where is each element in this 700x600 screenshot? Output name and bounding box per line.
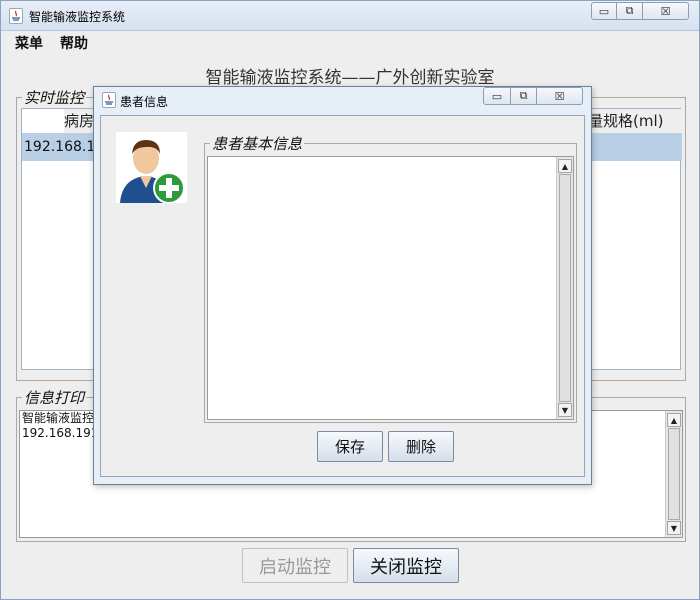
close-button[interactable]: ☒ bbox=[643, 2, 689, 20]
scroll-up-icon[interactable]: ▲ bbox=[667, 413, 681, 427]
start-monitor-button[interactable]: 启动监控 bbox=[242, 548, 348, 583]
realtime-panel-label: 实时监控 bbox=[22, 87, 87, 108]
dialog-close-button[interactable]: ☒ bbox=[537, 87, 583, 105]
column-header-spec[interactable]: 量规格(ml) bbox=[588, 109, 682, 133]
dialog-restore-button[interactable]: ⧉ bbox=[511, 87, 537, 105]
restore-icon: ⧉ bbox=[625, 4, 634, 17]
minimize-button[interactable]: ▭ bbox=[591, 2, 617, 20]
row-ip-cell: 192.168.1 bbox=[24, 139, 96, 155]
scroll-thumb[interactable] bbox=[668, 428, 680, 520]
save-button[interactable]: 保存 bbox=[317, 431, 383, 462]
scroll-down-icon[interactable]: ▼ bbox=[558, 403, 572, 417]
close-icon: ☒ bbox=[660, 4, 671, 18]
minimize-icon: ▭ bbox=[598, 4, 610, 18]
menu-item-menu[interactable]: 菜单 bbox=[15, 33, 43, 53]
patient-info-dialog: 患者信息 ▭ ⧉ ☒ 患者基本信息 ▲ ▼ 保存 删除 bbox=[93, 86, 592, 485]
delete-button[interactable]: 删除 bbox=[388, 431, 454, 462]
print-scrollbar[interactable]: ▲ ▼ bbox=[665, 411, 682, 537]
scroll-thumb[interactable] bbox=[559, 174, 571, 402]
patient-info-scrollbar[interactable]: ▲ ▼ bbox=[556, 157, 573, 419]
patient-basic-info-panel: 患者基本信息 ▲ ▼ bbox=[204, 133, 577, 423]
menu-item-help[interactable]: 帮助 bbox=[60, 33, 88, 53]
patient-info-textarea[interactable]: ▲ ▼ bbox=[207, 156, 574, 420]
menubar: 菜单 帮助 bbox=[1, 31, 699, 53]
restore-icon: ⧉ bbox=[519, 89, 528, 102]
main-titlebar[interactable]: 智能输液监控系统 ▭ ⧉ ☒ bbox=[1, 1, 699, 31]
dialog-body: 患者基本信息 ▲ ▼ 保存 删除 bbox=[100, 115, 585, 477]
java-app-icon bbox=[9, 8, 23, 24]
restore-button[interactable]: ⧉ bbox=[617, 2, 643, 20]
add-patient-avatar-icon bbox=[116, 132, 187, 204]
dialog-minimize-button[interactable]: ▭ bbox=[483, 87, 511, 105]
minimize-icon: ▭ bbox=[491, 89, 503, 103]
page-title: 智能输液监控系统——广外创新实验室 bbox=[205, 68, 495, 88]
dialog-title: 患者信息 bbox=[120, 95, 169, 109]
java-app-icon bbox=[102, 92, 116, 108]
print-panel-label: 信息打印 bbox=[22, 387, 87, 408]
stop-monitor-button[interactable]: 关闭监控 bbox=[353, 548, 459, 583]
window-title: 智能输液监控系统 bbox=[29, 10, 126, 24]
scroll-down-icon[interactable]: ▼ bbox=[667, 521, 681, 535]
close-icon: ☒ bbox=[554, 89, 565, 103]
scroll-up-icon[interactable]: ▲ bbox=[558, 159, 572, 173]
patient-info-label: 患者基本信息 bbox=[210, 133, 305, 154]
